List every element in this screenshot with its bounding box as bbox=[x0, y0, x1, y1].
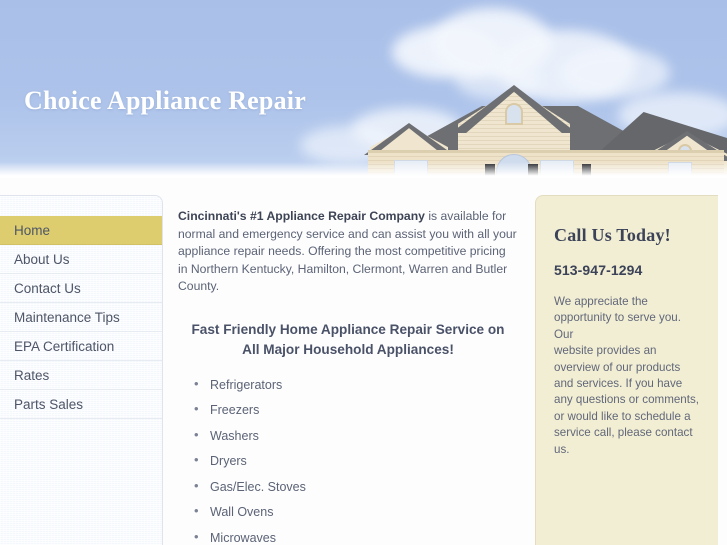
intro-lead: Cincinnati's #1 Appliance Repair Company bbox=[178, 209, 425, 223]
banner-bottom-fade bbox=[0, 162, 727, 178]
call-us-body: We appreciate the opportunity to serve y… bbox=[554, 294, 700, 458]
sidebar-menu: Home About Us Contact Us Maintenance Tip… bbox=[0, 216, 162, 419]
content-area: Home About Us Contact Us Maintenance Tip… bbox=[0, 178, 727, 545]
list-item: Dryers bbox=[194, 453, 518, 468]
call-us-body-line-2: website provides an overview of our prod… bbox=[554, 344, 699, 456]
call-us-panel: Call Us Today! 513-947-1294 We appreciat… bbox=[535, 195, 718, 545]
call-us-title: Call Us Today! bbox=[554, 225, 671, 245]
site-banner: Choice Appliance Repair bbox=[0, 0, 727, 178]
sidebar-item-rates[interactable]: Rates bbox=[0, 361, 162, 390]
sidebar-item-label: Home bbox=[14, 223, 51, 238]
sidebar-item-label: EPA Certification bbox=[14, 339, 115, 354]
attic-window bbox=[505, 103, 523, 125]
sidebar-item-label: Contact Us bbox=[14, 281, 81, 296]
call-us-body-line-1: We appreciate the opportunity to serve y… bbox=[554, 295, 681, 341]
sidebar-item-label: Maintenance Tips bbox=[14, 310, 120, 325]
phone-number[interactable]: 513-947-1294 bbox=[554, 262, 700, 278]
page-root: Choice Appliance Repair Home About Us Co… bbox=[0, 0, 727, 545]
list-item: Wall Ovens bbox=[194, 504, 518, 519]
list-item: Microwaves bbox=[194, 530, 518, 545]
sidebar-item-about-us[interactable]: About Us bbox=[0, 245, 162, 274]
list-item: Freezers bbox=[194, 402, 518, 417]
main-content: Cincinnati's #1 Appliance Repair Company… bbox=[178, 208, 518, 545]
sidebar-top-spacer bbox=[0, 196, 162, 216]
sidebar-navigation: Home About Us Contact Us Maintenance Tip… bbox=[0, 195, 163, 545]
list-item: Washers bbox=[194, 428, 518, 443]
sidebar-item-label: Rates bbox=[14, 368, 50, 383]
sidebar-item-label: Parts Sales bbox=[14, 397, 84, 412]
site-title: Choice Appliance Repair bbox=[24, 86, 306, 115]
sidebar-item-epa-certification[interactable]: EPA Certification bbox=[0, 332, 162, 361]
appliance-list: Refrigerators Freezers Washers Dryers Ga… bbox=[178, 377, 518, 545]
list-item: Refrigerators bbox=[194, 377, 518, 392]
sidebar-item-label: About Us bbox=[14, 252, 70, 267]
sidebar-item-contact-us[interactable]: Contact Us bbox=[0, 274, 162, 303]
eave-trim bbox=[368, 150, 724, 153]
sidebar-item-home[interactable]: Home bbox=[0, 216, 162, 245]
page-heading: Fast Friendly Home Appliance Repair Serv… bbox=[191, 321, 505, 357]
sidebar-item-parts-sales[interactable]: Parts Sales bbox=[0, 390, 162, 419]
intro-paragraph: Cincinnati's #1 Appliance Repair Company… bbox=[178, 208, 518, 296]
list-item: Gas/Elec. Stoves bbox=[194, 479, 518, 494]
sidebar-item-maintenance-tips[interactable]: Maintenance Tips bbox=[0, 303, 162, 332]
